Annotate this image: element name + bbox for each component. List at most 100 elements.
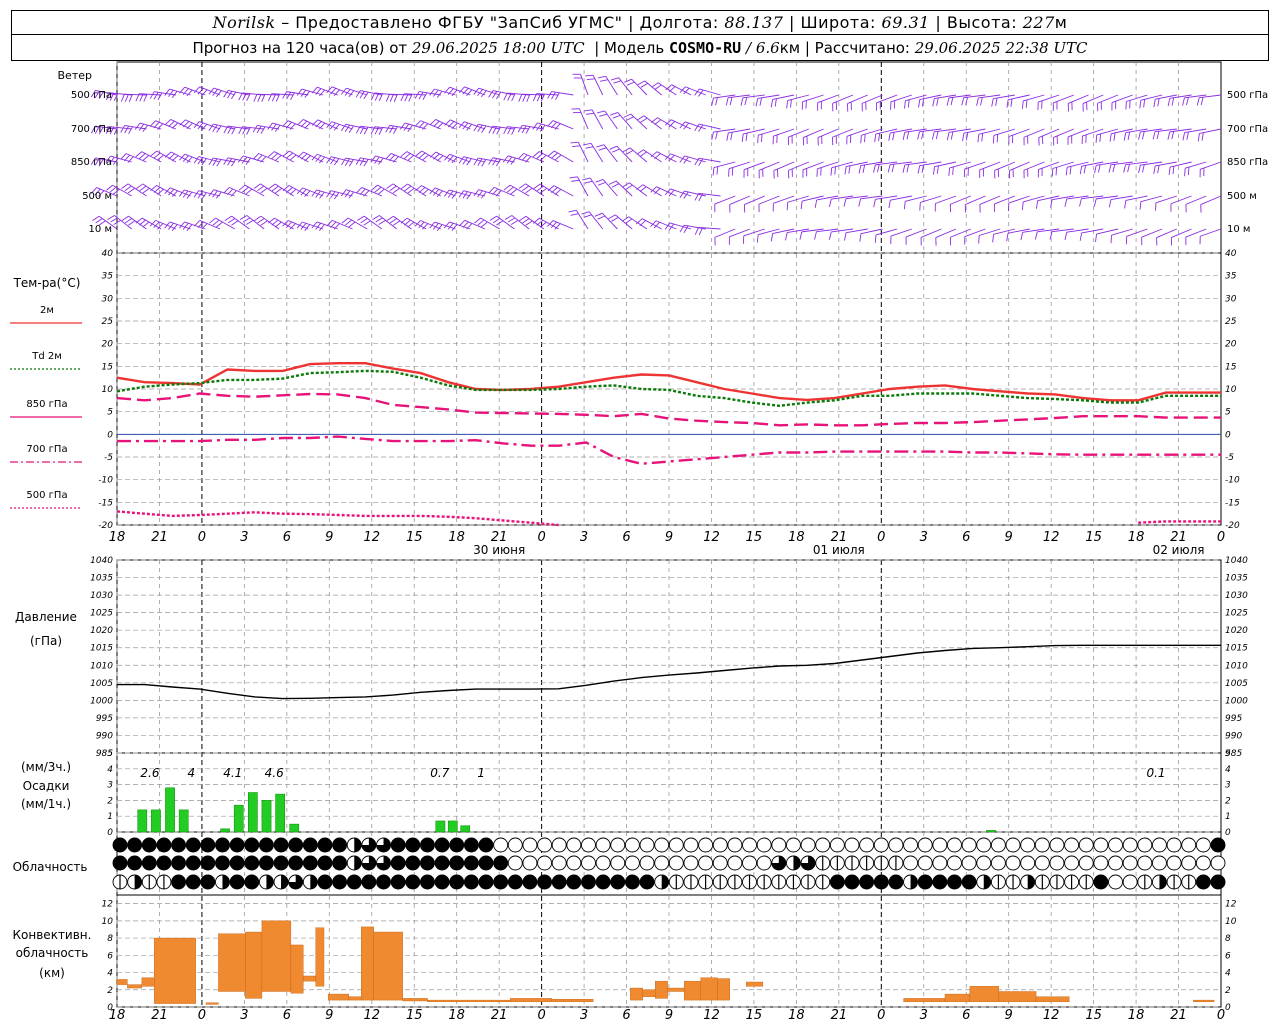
cloud-symbol [903, 837, 919, 853]
wind-barb-shaft [141, 151, 162, 163]
temp-ytick-left: 0 [107, 430, 113, 440]
wind-barb-feather [622, 182, 630, 188]
wind-barb-feather [503, 184, 511, 191]
pressure-ytick-right: 1020 [1225, 626, 1248, 636]
wind-barb-feather [113, 188, 120, 195]
cloud-symbol [463, 855, 479, 871]
wind-barb-feather [612, 114, 621, 119]
precip-bar [460, 825, 471, 833]
wind-barb-feather [1021, 100, 1024, 109]
wind-barb-shaft [112, 184, 132, 197]
wind-barb-feather [503, 92, 508, 101]
wind-barb-feather [433, 89, 439, 97]
wind-barb-feather [378, 219, 386, 225]
pressure-ytick-left: 1000 [90, 696, 113, 706]
wind-barb-feather [521, 154, 528, 162]
cloud-symbol [478, 837, 494, 853]
wind-barb-feather [371, 184, 378, 191]
wind-barb-feather [859, 233, 862, 242]
wind-barb-feather [422, 92, 428, 100]
precip-bar [261, 800, 272, 833]
wind-barb-feather [539, 221, 547, 228]
precip-title: Осадки [23, 779, 70, 793]
wind-barb-feather [518, 183, 526, 189]
wind-barb-feather [683, 191, 689, 199]
wind-barb-feather [246, 219, 254, 225]
wind-barb-feather [595, 178, 604, 183]
precip-ytick-right: 1 [1225, 812, 1231, 822]
pressure-ytick-right: 990 [1225, 731, 1242, 741]
wind-barb-feather [570, 213, 579, 216]
wind-barb-feather [341, 217, 349, 224]
hour-tick-label: 18 [788, 1008, 805, 1023]
wind-barb-feather [1200, 97, 1204, 106]
wind-barb-feather [932, 166, 935, 175]
wind-barb-feather [389, 94, 394, 102]
cloud-symbol [1195, 855, 1211, 871]
wind-barb-feather [711, 131, 714, 140]
wind-barb-feather [418, 152, 426, 159]
convective-bar [717, 978, 730, 1001]
cloud-symbol [200, 837, 216, 853]
wind-barb-feather [1064, 198, 1068, 207]
wind-barb-feather [201, 158, 207, 166]
cloud-symbol [947, 874, 962, 890]
wind-barb-feather [1108, 164, 1112, 173]
cloud-symbol [961, 855, 977, 871]
conv-ytick-left: 12 [102, 900, 114, 910]
wind-barb-feather [171, 122, 179, 129]
wind-barb-feather [917, 131, 920, 140]
wind-barb-feather [599, 79, 609, 82]
wind-title: Ветер [58, 69, 92, 82]
wind-barb-feather [124, 218, 133, 224]
convective-bar [127, 984, 143, 989]
wind-barb-feather [814, 199, 818, 208]
wind-barb-feather [532, 217, 540, 224]
pressure-ytick-right: 1010 [1225, 661, 1248, 671]
wind-barb-feather [491, 188, 499, 196]
wind-barb-feather [407, 154, 415, 161]
hour-tick-label: 0 [1217, 1008, 1225, 1023]
wind-barb-feather [744, 97, 748, 106]
cloud-symbol-fill [266, 875, 274, 889]
wind-barb-feather [1079, 166, 1083, 175]
wind-barb-feather [1006, 233, 1009, 242]
wind-barb-feather [962, 133, 965, 142]
wind-barb-feather [1097, 164, 1101, 173]
wind-barb-feather [504, 215, 513, 220]
wind-barb-feather [1034, 231, 1038, 240]
wind-barb-feather [223, 157, 229, 165]
wind-barb-feather [936, 165, 939, 174]
cloud-symbol [537, 874, 553, 890]
wind-barb-feather [274, 154, 282, 161]
wind-barb-feather [624, 78, 632, 83]
wind-barb-feather [164, 221, 171, 229]
wind-barb-feather [635, 218, 643, 225]
hour-tick-label: 18 [109, 530, 126, 545]
wind-barb-feather [636, 184, 644, 190]
wind-barb-feather [311, 119, 319, 126]
wind-barb-feather [267, 151, 275, 158]
wind-barb-feather [418, 91, 424, 100]
convective-bar [998, 991, 1037, 1003]
temp-ytick-right: 40 [1225, 249, 1237, 259]
wind-barb-feather [583, 214, 592, 218]
temp-legend-label: 500 гПа [26, 490, 67, 501]
cloud-symbol [229, 855, 245, 871]
wind-barb-feather [594, 212, 603, 217]
wind-barb-feather [977, 134, 980, 143]
wind-barb-feather [223, 187, 230, 194]
hour-tick-label: 0 [198, 1008, 206, 1023]
cloud-symbol [112, 837, 128, 853]
wind-barb-feather [903, 201, 906, 210]
wind-barb-shaft [215, 217, 235, 230]
cloud-symbol [449, 855, 465, 871]
wind-barb-feather [596, 144, 605, 148]
precip-total-label: 0.1 [1146, 766, 1165, 780]
cloud-symbol [405, 855, 421, 871]
wind-barb-feather [142, 187, 150, 194]
wind-barb-feather [1064, 232, 1068, 241]
cloud-symbol [1093, 855, 1109, 871]
convective-bar [361, 926, 374, 1001]
cloud-symbol [756, 855, 772, 871]
